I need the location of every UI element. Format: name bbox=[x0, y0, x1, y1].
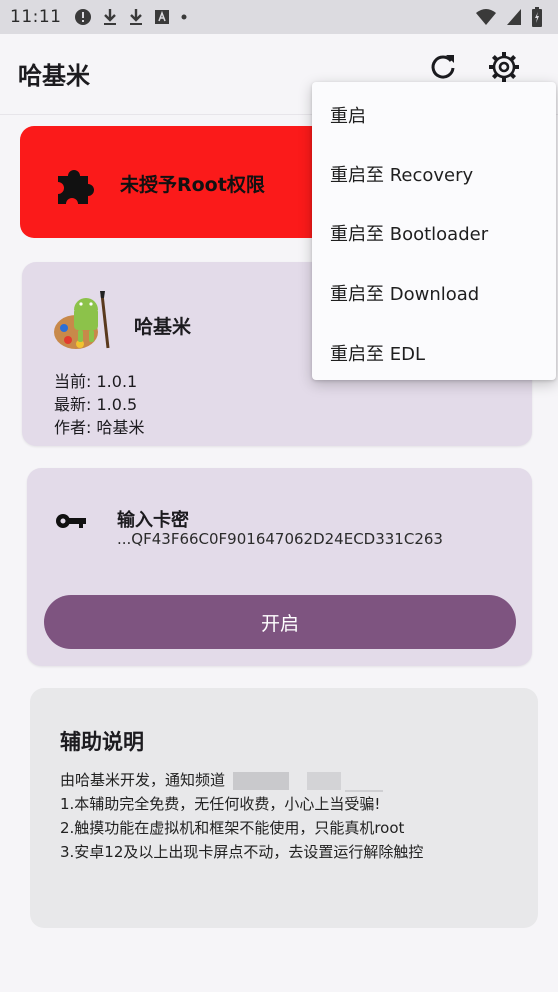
dot-icon bbox=[181, 14, 186, 20]
battery-icon bbox=[532, 7, 542, 27]
start-button[interactable]: 开启 bbox=[44, 595, 516, 649]
puzzle-icon bbox=[58, 170, 94, 204]
app-title: 哈基米 bbox=[18, 62, 90, 90]
settings-gear-icon[interactable] bbox=[487, 50, 521, 84]
current-version-value: 1.0.1 bbox=[96, 372, 138, 391]
version-info: 当前: 1.0.1 最新: 1.0.5 作者: 哈基米 bbox=[54, 370, 145, 439]
latest-version-row: 最新: 1.0.5 bbox=[54, 393, 145, 416]
help-line-3: 3.安卓12及以上出现卡屏点不动，去设置运行解除触控 bbox=[60, 843, 424, 861]
help-title: 辅助说明 bbox=[60, 730, 144, 754]
signal-icon bbox=[507, 9, 521, 25]
status-notification-icons bbox=[74, 8, 188, 26]
author-row: 作者: 哈基米 bbox=[54, 416, 145, 439]
alert-circle-icon bbox=[74, 9, 91, 25]
help-line-2: 2.触摸功能在虚拟机和框架不能使用，只能真机root bbox=[60, 819, 405, 837]
license-key-title[interactable]: 输入卡密 bbox=[117, 506, 189, 532]
latest-version-label: 最新: bbox=[54, 395, 92, 414]
app-name: 哈基米 bbox=[134, 316, 192, 338]
download-icon bbox=[103, 9, 116, 25]
wifi-icon bbox=[476, 9, 496, 25]
redacted-block bbox=[233, 771, 290, 790]
help-line-1: 1.本辅助完全免费，无任何收费，小心上当受骗! bbox=[60, 795, 381, 813]
menu-item-reboot-edl[interactable]: 重启至 EDL bbox=[330, 340, 425, 366]
menu-item-reboot-download[interactable]: 重启至 Download bbox=[330, 280, 479, 306]
app-a-icon bbox=[154, 10, 169, 24]
help-intro-text: 由哈基米开发，通知频道 bbox=[60, 771, 226, 789]
refresh-icon[interactable] bbox=[428, 52, 458, 82]
help-intro-line: 由哈基米开发，通知频道 bbox=[60, 768, 423, 792]
license-key-card: 输入卡密 ...QF43F66C0F901647062D24ECD331C263… bbox=[27, 468, 532, 666]
root-status-label: 未授予Root权限 bbox=[120, 174, 265, 196]
redacted-block bbox=[307, 771, 342, 790]
menu-item-reboot[interactable]: 重启 bbox=[330, 102, 366, 128]
menu-item-reboot-recovery[interactable]: 重启至 Recovery bbox=[330, 161, 473, 187]
menu-item-reboot-bootloader[interactable]: 重启至 Bootloader bbox=[330, 220, 488, 246]
current-version-label: 当前: bbox=[54, 372, 92, 391]
download-icon bbox=[129, 9, 142, 25]
key-icon bbox=[56, 514, 86, 528]
latest-version-value: 1.0.5 bbox=[96, 395, 138, 414]
reboot-menu: 重启 重启至 Recovery 重启至 Bootloader 重启至 Downl… bbox=[312, 82, 556, 380]
status-bar: 11:11 bbox=[0, 0, 558, 34]
status-time: 11:11 bbox=[10, 7, 62, 27]
android-palette-icon bbox=[54, 291, 110, 349]
license-key-value[interactable]: ...QF43F66C0F901647062D24ECD331C263 bbox=[117, 530, 443, 548]
author-label: 作者: bbox=[54, 418, 92, 437]
help-card: 辅助说明 由哈基米开发，通知频道 1.本辅助完全免费，无任何收费，小心上当受骗!… bbox=[30, 688, 538, 928]
current-version-row: 当前: 1.0.1 bbox=[54, 370, 145, 393]
author-value: 哈基米 bbox=[96, 418, 145, 437]
help-text: 由哈基米开发，通知频道 1.本辅助完全免费，无任何收费，小心上当受骗! 2.触摸… bbox=[60, 768, 423, 864]
